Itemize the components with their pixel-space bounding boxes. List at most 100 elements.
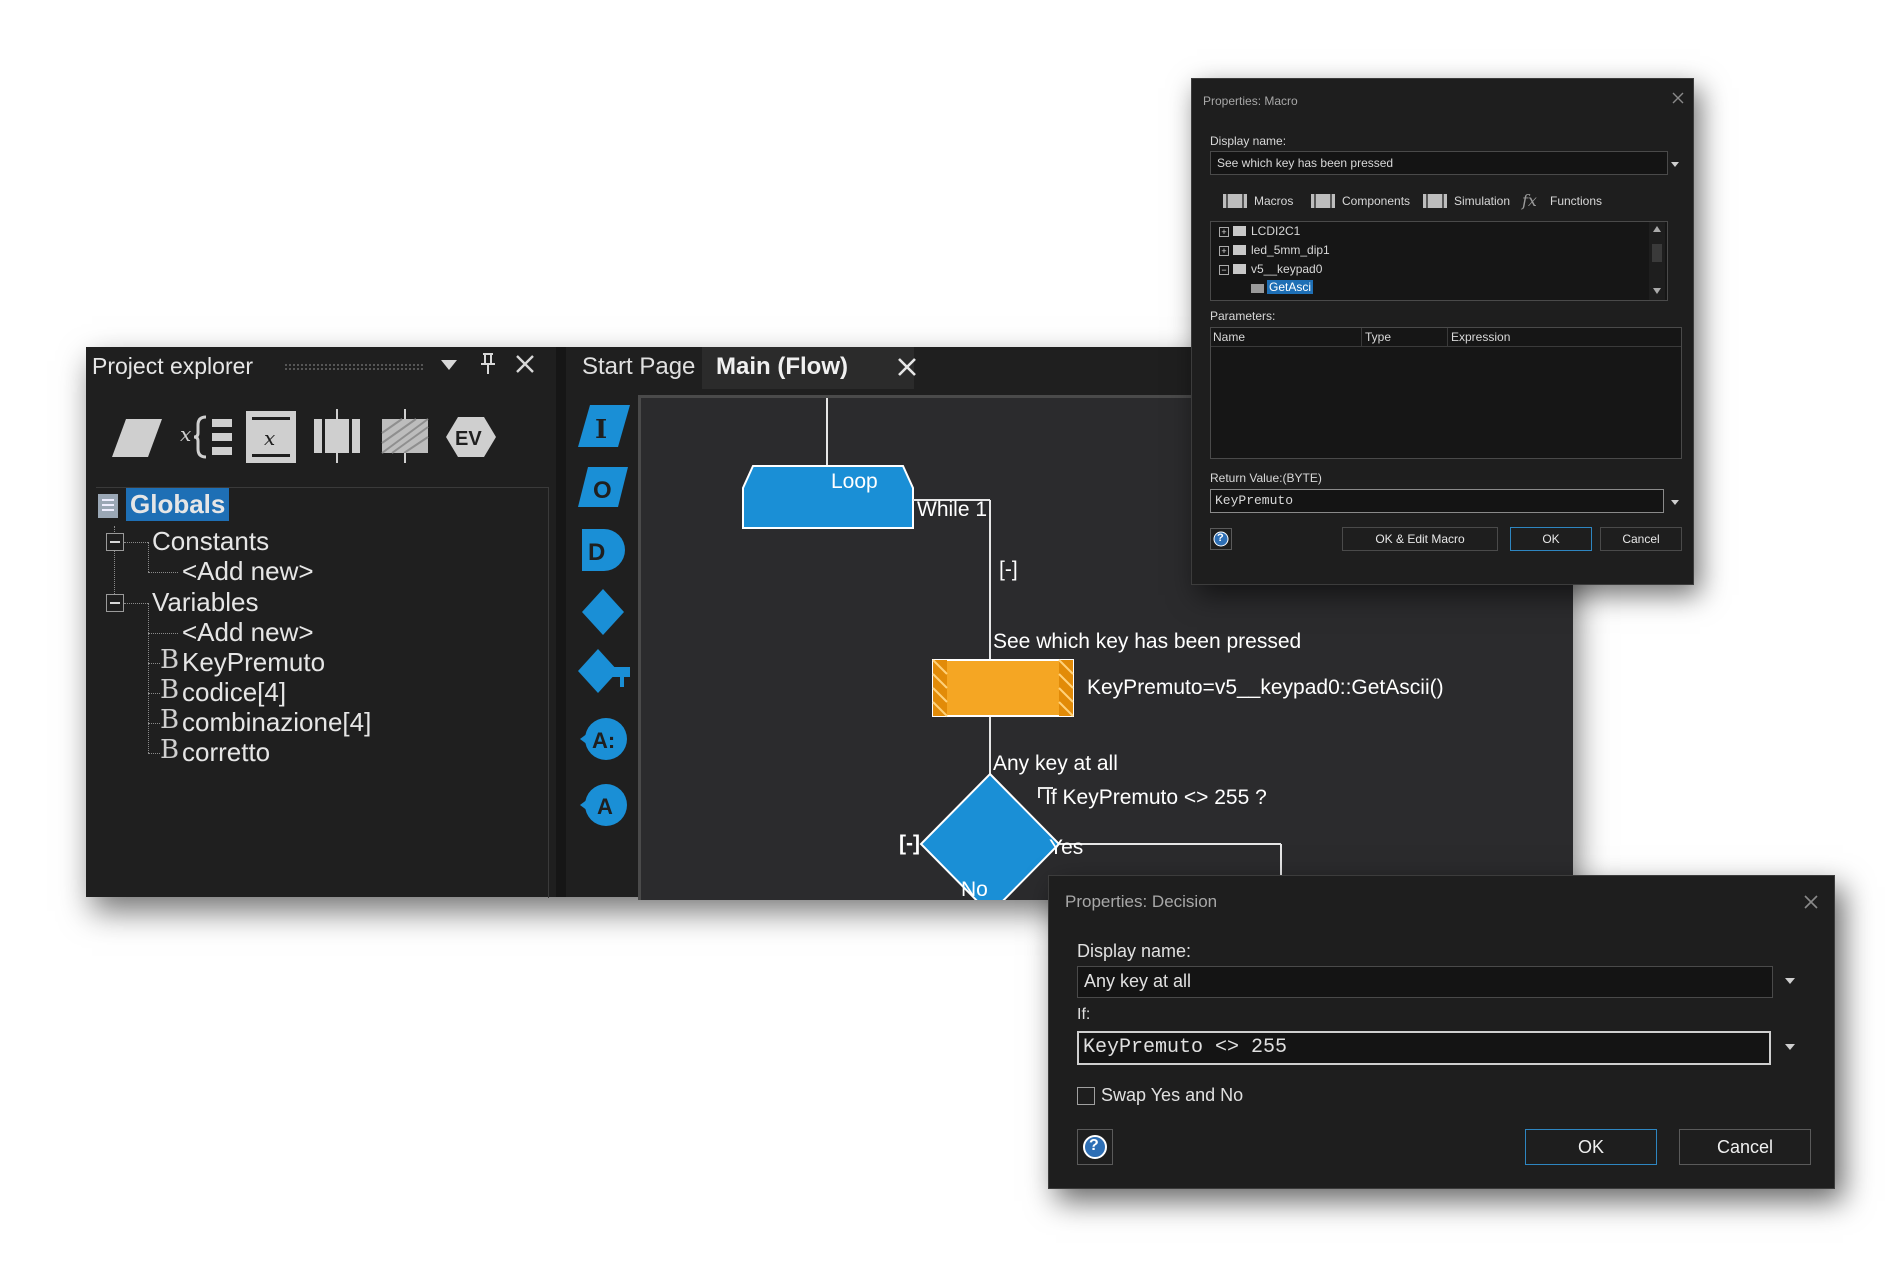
close-icon[interactable]: [514, 353, 536, 382]
tree-item[interactable]: led_5mm_dip1: [1251, 243, 1330, 257]
explorer-title: Project explorer: [92, 353, 254, 379]
col-expression[interactable]: Expression: [1451, 330, 1510, 344]
variable-item[interactable]: combinazione[4]: [182, 707, 371, 738]
decision-condition: If KeyPremuto <> 255 ?: [1045, 786, 1267, 809]
expand-icon[interactable]: +: [1219, 227, 1229, 237]
tree-scrollbar[interactable]: [1649, 222, 1665, 300]
decision-block[interactable]: [923, 776, 1057, 912]
project-explorer-panel: Project explorer x x EV Globals Constant…: [86, 347, 556, 898]
flowchart-icon-palette: I O D A: A: [566, 389, 636, 897]
display-name-dropdown[interactable]: [1775, 966, 1805, 996]
col-name[interactable]: Name: [1213, 330, 1245, 344]
tab-main-flow-label: Main (Flow): [716, 353, 848, 380]
svg-text:I: I: [595, 415, 607, 445]
chevron-down-icon[interactable]: [1670, 158, 1680, 172]
decision-properties-dialog: Properties: Decision Display name: Any k…: [1048, 875, 1835, 1189]
chevron-down-icon[interactable]: [438, 353, 460, 382]
return-value-field[interactable]: KeyPremuto: [1210, 489, 1664, 513]
parameters-table: Name Type Expression: [1210, 327, 1682, 459]
macro-icon[interactable]: [376, 407, 434, 467]
calculation-icon[interactable]: x: [242, 407, 300, 467]
variable-item[interactable]: codice[4]: [182, 677, 286, 708]
tree-item[interactable]: LCDI2C1: [1251, 224, 1300, 238]
help-button[interactable]: ?: [1210, 528, 1232, 550]
tab-start-page[interactable]: Start Page: [568, 347, 709, 389]
parallelogram-icon[interactable]: [108, 407, 166, 467]
connection-point-icon[interactable]: A:: [578, 715, 630, 768]
parameters-label: Parameters:: [1210, 309, 1276, 323]
ok-button[interactable]: OK: [1525, 1129, 1657, 1165]
ok-button[interactable]: OK: [1510, 527, 1592, 551]
display-name-value: Any key at all: [1084, 971, 1192, 991]
col-type[interactable]: Type: [1365, 330, 1391, 344]
dialog-title: Properties: Decision: [1065, 892, 1218, 911]
add-new-variable[interactable]: <Add new>: [182, 617, 314, 648]
yes-branch-label: Yes: [1049, 836, 1084, 859]
component-macro-icon[interactable]: [308, 407, 366, 467]
while-condition: While 1: [917, 498, 988, 521]
tree-item[interactable]: v5__keypad0: [1251, 262, 1322, 276]
tree-root-globals[interactable]: Globals: [126, 488, 230, 521]
tab-macros-label: Macros: [1254, 194, 1294, 208]
return-value-label: Return Value:(BYTE): [1210, 471, 1322, 485]
svg-text:x: x: [180, 422, 191, 446]
tab-components-label: Components: [1342, 194, 1411, 208]
collapse-constants-icon[interactable]: [106, 533, 124, 551]
decision-icon[interactable]: [580, 587, 626, 642]
collapse-decision-toggle[interactable]: [-]: [899, 832, 920, 856]
collapse-icon[interactable]: −: [1219, 265, 1229, 275]
goto-icon[interactable]: A: [578, 781, 630, 834]
add-new-constant[interactable]: <Add new>: [182, 556, 314, 587]
tab-main-flow[interactable]: Main (Flow): [702, 347, 914, 389]
tab-functions-label: Functions: [1550, 194, 1603, 208]
macro-tree: + LCDI2C1 + led_5mm_dip1 − v5__keypad0 G…: [1210, 221, 1668, 301]
delay-icon[interactable]: D: [578, 525, 628, 580]
display-name-field[interactable]: See which key has been pressed: [1210, 151, 1668, 175]
help-button[interactable]: ?: [1077, 1129, 1113, 1165]
svg-text:A: A: [597, 794, 613, 819]
globals-tree: Globals Constants <Add new> Variables <A…: [96, 487, 549, 898]
close-icon[interactable]: [1803, 894, 1819, 915]
byte-type-icon: B: [160, 645, 180, 675]
return-value: KeyPremuto: [1215, 493, 1294, 508]
variable-item[interactable]: KeyPremuto: [182, 647, 325, 678]
byte-type-icon: B: [160, 735, 180, 765]
panel-splitter[interactable]: [556, 347, 566, 897]
variable-item[interactable]: corretto: [182, 737, 270, 768]
display-name-field[interactable]: Any key at all: [1077, 966, 1773, 998]
folder-icon: [1233, 245, 1246, 255]
close-icon[interactable]: [1672, 92, 1684, 107]
globals-icon: [96, 492, 122, 525]
if-expression-field[interactable]: KeyPremuto <> 255: [1077, 1031, 1771, 1065]
svg-text:x: x: [264, 426, 275, 450]
swap-yes-no-checkbox[interactable]: [1077, 1087, 1095, 1105]
folder-icon: [1233, 264, 1246, 274]
close-tab-icon[interactable]: [896, 356, 918, 383]
functions-icon: fx: [1522, 191, 1537, 210]
ok-edit-macro-button[interactable]: OK & Edit Macro: [1342, 527, 1498, 551]
decision-display-name: Any key at all: [993, 752, 1118, 775]
collapse-loop-toggle[interactable]: [-]: [999, 558, 1018, 582]
display-name-label: Display name:: [1210, 134, 1287, 148]
switch-icon[interactable]: [576, 647, 632, 702]
tree-node-variables[interactable]: Variables: [152, 587, 258, 618]
cancel-button[interactable]: Cancel: [1679, 1129, 1811, 1165]
macro-call-expression: KeyPremuto=v5__keypad0::GetAscii(): [1087, 676, 1444, 699]
folder-icon: [1233, 226, 1246, 236]
loop-label: Loop: [831, 470, 878, 493]
event-icon[interactable]: EV: [442, 407, 500, 467]
tree-node-constants[interactable]: Constants: [152, 526, 269, 557]
output-icon[interactable]: O: [576, 465, 632, 514]
macro-call-block[interactable]: [933, 660, 1073, 716]
expand-icon[interactable]: +: [1219, 246, 1229, 256]
cancel-button[interactable]: Cancel: [1600, 527, 1682, 551]
help-icon: ?: [1217, 532, 1224, 544]
explorer-grip[interactable]: [284, 363, 424, 371]
input-icon[interactable]: I: [576, 403, 632, 454]
pin-icon[interactable]: [478, 352, 498, 383]
variable-braces-icon[interactable]: x: [180, 407, 238, 467]
chevron-down-icon[interactable]: [1670, 496, 1680, 510]
collapse-variables-icon[interactable]: [106, 594, 124, 612]
tree-item-selected[interactable]: GetAsci: [1267, 280, 1314, 294]
if-expression-dropdown[interactable]: [1775, 1031, 1805, 1063]
